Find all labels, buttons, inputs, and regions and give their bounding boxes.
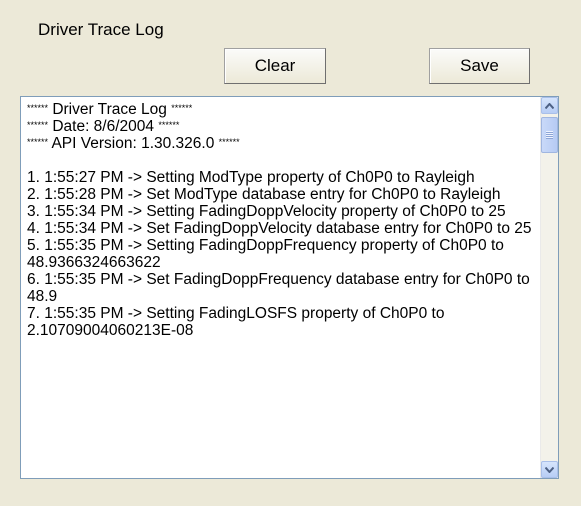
scroll-thumb[interactable] (541, 117, 558, 153)
log-entry: 6. 1:55:35 PM -> Set FadingDoppFrequency… (27, 271, 530, 305)
scroll-down-button[interactable] (541, 461, 558, 478)
log-entry: 7. 1:55:35 PM -> Setting FadingLOSFS pro… (27, 305, 445, 322)
arrow-down-icon (545, 466, 554, 473)
trace-log-panel: Driver Trace Log Clear Save ****** Drive… (0, 0, 581, 506)
log-blank-line (27, 152, 537, 169)
log-header-line: ****** API Version: 1.30.326.0 ****** (27, 135, 240, 152)
clear-button[interactable]: Clear (224, 48, 326, 84)
trace-log-textbox[interactable]: ****** Driver Trace Log ****** ****** Da… (20, 96, 559, 479)
save-button[interactable]: Save (429, 48, 530, 84)
log-entry: 3. 1:55:34 PM -> Setting FadingDoppVeloc… (27, 203, 506, 220)
thumb-grip-icon (546, 131, 553, 139)
log-header-line: ****** Date: 8/6/2004 ****** (27, 118, 180, 135)
log-entry: 4. 1:55:34 PM -> Set FadingDoppVelocity … (27, 220, 532, 237)
scroll-up-button[interactable] (541, 97, 558, 114)
vertical-scrollbar[interactable] (540, 97, 558, 478)
log-entry: 5. 1:55:35 PM -> Setting FadingDoppFrequ… (27, 237, 504, 271)
log-content: ****** Driver Trace Log ****** ****** Da… (27, 101, 537, 478)
log-header-line: ****** Driver Trace Log ****** (27, 101, 193, 118)
log-entry: 2.10709004060213E-08 (27, 322, 194, 339)
arrow-up-icon (545, 102, 554, 109)
log-entry: 1. 1:55:27 PM -> Setting ModType propert… (27, 169, 475, 186)
panel-title: Driver Trace Log (38, 20, 164, 39)
log-entry: 2. 1:55:28 PM -> Set ModType database en… (27, 186, 501, 203)
